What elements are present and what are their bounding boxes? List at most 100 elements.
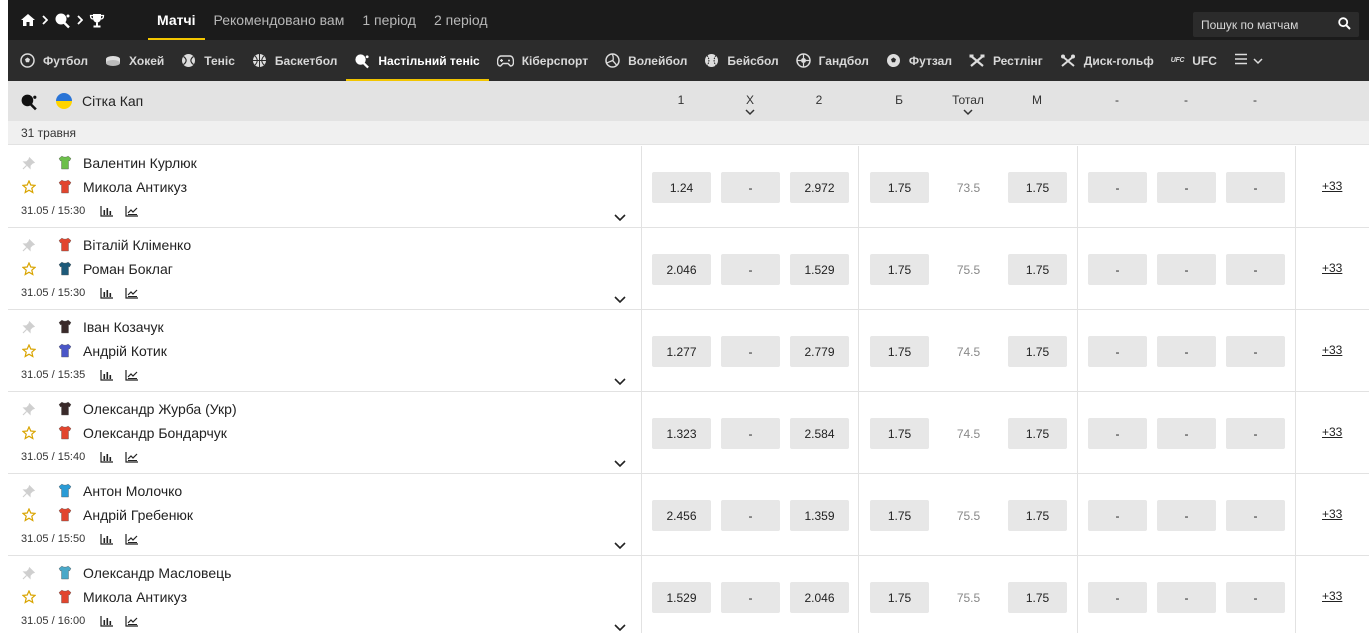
odd-empty-2[interactable]: - <box>1157 254 1216 285</box>
odd-draw[interactable]: - <box>721 254 780 285</box>
odd-over[interactable]: 1.75 <box>870 172 929 203</box>
sport-futsal[interactable]: Футзал <box>878 40 961 81</box>
favorite-star-icon[interactable] <box>21 425 37 443</box>
sport-table-tennis[interactable]: Настільний теніс <box>346 40 490 81</box>
more-markets-link[interactable]: +33 <box>1322 425 1342 439</box>
search-input[interactable] <box>1201 17 1338 32</box>
odd-under[interactable]: 1.75 <box>1008 500 1067 531</box>
odd-win-2[interactable]: 1.359 <box>790 500 849 531</box>
odd-under[interactable]: 1.75 <box>1008 418 1067 449</box>
statistics-icon[interactable] <box>100 533 114 548</box>
odd-win-1[interactable]: 1.323 <box>652 418 711 449</box>
odd-over[interactable]: 1.75 <box>870 418 929 449</box>
table-tennis-icon[interactable] <box>54 12 71 29</box>
sport-esports[interactable]: Кіберспорт <box>489 40 597 81</box>
pin-icon[interactable] <box>22 320 36 337</box>
odd-empty-3[interactable]: - <box>1226 500 1285 531</box>
odd-win-2[interactable]: 1.529 <box>790 254 849 285</box>
odd-win-2[interactable]: 2.972 <box>790 172 849 203</box>
player-2-name[interactable]: Олександр Бондарчук <box>83 425 227 441</box>
statistics-icon[interactable] <box>100 287 114 302</box>
player-1-name[interactable]: Антон Молочко <box>83 483 182 499</box>
odd-draw[interactable]: - <box>721 500 780 531</box>
odd-over[interactable]: 1.75 <box>870 336 929 367</box>
favorite-star-icon[interactable] <box>21 589 37 607</box>
more-markets-link[interactable]: +33 <box>1322 179 1342 193</box>
pin-icon[interactable] <box>22 238 36 255</box>
live-chart-icon[interactable] <box>125 615 139 630</box>
more-markets-link[interactable]: +33 <box>1322 589 1342 603</box>
odd-empty-1[interactable]: - <box>1088 582 1147 613</box>
odd-empty-1[interactable]: - <box>1088 500 1147 531</box>
odd-empty-1[interactable]: - <box>1088 254 1147 285</box>
favorite-star-icon[interactable] <box>21 343 37 361</box>
odd-under[interactable]: 1.75 <box>1008 336 1067 367</box>
tab-period-1[interactable]: 1 період <box>353 0 425 40</box>
sport-hockey[interactable]: Хокей <box>97 40 173 81</box>
pin-icon[interactable] <box>22 156 36 173</box>
pin-icon[interactable] <box>22 566 36 583</box>
odd-under[interactable]: 1.75 <box>1008 172 1067 203</box>
odd-win-1[interactable]: 1.529 <box>652 582 711 613</box>
odd-empty-1[interactable]: - <box>1088 336 1147 367</box>
tab-matches[interactable]: Матчі <box>148 0 205 40</box>
pin-icon[interactable] <box>22 484 36 501</box>
live-chart-icon[interactable] <box>125 451 139 466</box>
odd-over[interactable]: 1.75 <box>870 254 929 285</box>
sport-disc-golf[interactable]: Диск-гольф <box>1052 40 1163 81</box>
player-2-name[interactable]: Микола Антикуз <box>83 179 187 195</box>
odd-win-2[interactable]: 2.584 <box>790 418 849 449</box>
live-chart-icon[interactable] <box>125 205 139 220</box>
favorite-star-icon[interactable] <box>21 261 37 279</box>
sport-ufc[interactable]: UFC UFC <box>1163 40 1226 81</box>
odd-empty-3[interactable]: - <box>1226 582 1285 613</box>
player-1-name[interactable]: Олександр Журба (Укр) <box>83 401 237 417</box>
live-chart-icon[interactable] <box>125 287 139 302</box>
home-icon[interactable] <box>20 13 36 27</box>
statistics-icon[interactable] <box>100 615 114 630</box>
player-2-name[interactable]: Роман Боклаг <box>83 261 173 277</box>
odd-over[interactable]: 1.75 <box>870 582 929 613</box>
odd-empty-2[interactable]: - <box>1157 582 1216 613</box>
statistics-icon[interactable] <box>100 369 114 384</box>
more-markets-link[interactable]: +33 <box>1322 343 1342 357</box>
player-1-name[interactable]: Валентин Курлюк <box>83 155 197 171</box>
expand-chevron-icon[interactable] <box>614 374 626 389</box>
tab-period-2[interactable]: 2 період <box>425 0 497 40</box>
favorite-star-icon[interactable] <box>21 179 37 197</box>
odd-empty-1[interactable]: - <box>1088 418 1147 449</box>
expand-chevron-icon[interactable] <box>614 538 626 553</box>
player-1-name[interactable]: Віталій Кліменко <box>83 237 191 253</box>
more-sports-button[interactable] <box>1226 40 1271 81</box>
column-header-total[interactable]: Тотал <box>938 93 998 116</box>
sport-volleyball[interactable]: Волейбол <box>597 40 696 81</box>
column-header-x[interactable]: X <box>720 93 780 116</box>
sport-baseball[interactable]: Бейсбол <box>696 40 787 81</box>
odd-empty-2[interactable]: - <box>1157 336 1216 367</box>
odd-win-1[interactable]: 1.24 <box>652 172 711 203</box>
odd-draw[interactable]: - <box>721 418 780 449</box>
search-icon[interactable] <box>1338 16 1351 33</box>
sport-football[interactable]: Футбол <box>12 40 97 81</box>
odd-win-2[interactable]: 2.046 <box>790 582 849 613</box>
odd-empty-3[interactable]: - <box>1226 418 1285 449</box>
statistics-icon[interactable] <box>100 451 114 466</box>
odd-draw[interactable]: - <box>721 336 780 367</box>
odd-under[interactable]: 1.75 <box>1008 582 1067 613</box>
pin-icon[interactable] <box>22 402 36 419</box>
odd-draw[interactable]: - <box>721 582 780 613</box>
odd-win-1[interactable]: 1.277 <box>652 336 711 367</box>
tab-recommended[interactable]: Рекомендовано вам <box>205 0 354 40</box>
player-2-name[interactable]: Микола Антикуз <box>83 589 187 605</box>
league-name[interactable]: Сітка Кап <box>82 93 143 109</box>
expand-chevron-icon[interactable] <box>614 210 626 225</box>
expand-chevron-icon[interactable] <box>614 292 626 307</box>
live-chart-icon[interactable] <box>125 369 139 384</box>
player-2-name[interactable]: Андрій Котик <box>83 343 167 359</box>
odd-empty-2[interactable]: - <box>1157 500 1216 531</box>
odd-empty-3[interactable]: - <box>1226 172 1285 203</box>
player-2-name[interactable]: Андрій Гребенюк <box>83 507 193 523</box>
odd-empty-1[interactable]: - <box>1088 172 1147 203</box>
favorite-star-icon[interactable] <box>21 507 37 525</box>
odd-over[interactable]: 1.75 <box>870 500 929 531</box>
